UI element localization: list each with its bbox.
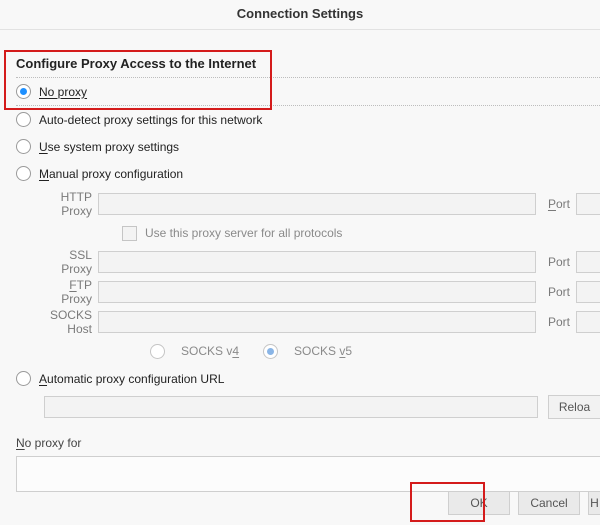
option-label: Use system proxy settings	[39, 140, 179, 154]
option-no-proxy[interactable]: No proxy	[16, 78, 600, 105]
option-label: No proxy	[39, 85, 87, 99]
ftp-port-input[interactable]	[576, 281, 600, 303]
ssl-port-input[interactable]	[576, 251, 600, 273]
section-header: Configure Proxy Access to the Internet	[16, 38, 600, 77]
option-system-proxy[interactable]: Use system proxy settings	[16, 133, 600, 160]
socks-v5-label: SOCKS v5	[294, 344, 352, 358]
http-proxy-input[interactable]	[98, 193, 536, 215]
reload-button[interactable]: Reloa	[548, 395, 600, 419]
socks-host-label: SOCKS Host	[44, 308, 92, 336]
http-proxy-row: HTTP Proxy Port	[44, 189, 600, 219]
dialog-footer: OK Cancel H	[448, 491, 600, 515]
http-port-input[interactable]	[576, 193, 600, 215]
radio-icon	[16, 84, 31, 99]
http-proxy-label: HTTP Proxy	[44, 190, 92, 218]
radio-icon[interactable]	[150, 344, 165, 359]
share-proxy-label: Use this proxy server for all protocols	[145, 226, 342, 240]
ftp-proxy-row: FTP Proxy Port	[44, 277, 600, 307]
manual-proxy-fields: HTTP Proxy Port Use this proxy server fo…	[16, 187, 600, 365]
port-label: Port	[548, 255, 570, 269]
pac-input-row: Reloa	[16, 392, 600, 422]
help-button[interactable]: H	[588, 491, 600, 515]
radio-icon	[16, 139, 31, 154]
share-proxy-row[interactable]: Use this proxy server for all protocols	[44, 219, 600, 247]
socks-version-row: SOCKS v4 SOCKS v5	[44, 337, 600, 365]
option-auto-detect[interactable]: Auto-detect proxy settings for this netw…	[16, 106, 600, 133]
option-pac-url[interactable]: Automatic proxy configuration URL	[16, 365, 600, 392]
socks-host-row: SOCKS Host Port	[44, 307, 600, 337]
socks-v4-label: SOCKS v4	[181, 344, 239, 358]
ssl-proxy-input[interactable]	[98, 251, 536, 273]
ftp-proxy-label: FTP Proxy	[44, 278, 92, 306]
dialog-title: Connection Settings	[0, 0, 600, 30]
port-label: Port	[548, 315, 570, 329]
port-label: Port	[548, 285, 570, 299]
no-proxy-for-label: No proxy for	[16, 422, 600, 452]
option-label: Auto-detect proxy settings for this netw…	[39, 113, 262, 127]
option-label: Automatic proxy configuration URL	[39, 372, 224, 386]
ok-button[interactable]: OK	[448, 491, 510, 515]
radio-icon	[16, 112, 31, 127]
port-label: Port	[548, 197, 570, 211]
option-label: Manual proxy configuration	[39, 167, 183, 181]
option-manual-proxy[interactable]: Manual proxy configuration	[16, 160, 600, 187]
ssl-proxy-label: SSL Proxy	[44, 248, 92, 276]
ftp-proxy-input[interactable]	[98, 281, 536, 303]
no-proxy-for-input[interactable]	[16, 456, 600, 492]
pac-url-input[interactable]	[44, 396, 538, 418]
ssl-proxy-row: SSL Proxy Port	[44, 247, 600, 277]
radio-icon[interactable]	[263, 344, 278, 359]
checkbox-icon	[122, 226, 137, 241]
radio-icon	[16, 166, 31, 181]
radio-icon	[16, 371, 31, 386]
cancel-button[interactable]: Cancel	[518, 491, 580, 515]
dialog-content: Configure Proxy Access to the Internet N…	[0, 30, 600, 492]
socks-port-input[interactable]	[576, 311, 600, 333]
socks-host-input[interactable]	[98, 311, 536, 333]
